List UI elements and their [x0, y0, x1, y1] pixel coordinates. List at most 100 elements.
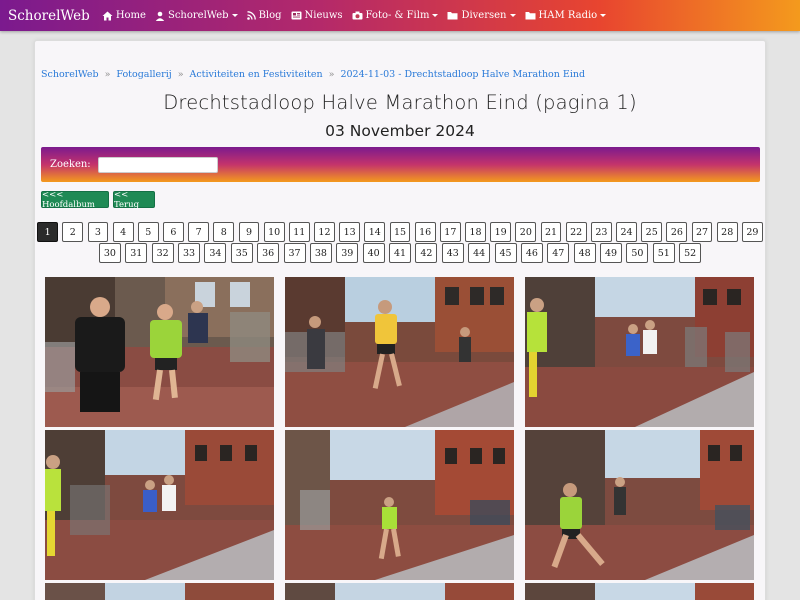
page-button-17[interactable]: 17 [439, 222, 461, 242]
nav-item-label: Foto- & Film [365, 10, 430, 21]
photo-thumbnail[interactable] [285, 277, 514, 427]
main-album-button[interactable]: <<< Hoofdalbum [41, 190, 109, 210]
page-button-39[interactable]: 39 [336, 243, 359, 263]
page-button-48[interactable]: 48 [573, 243, 596, 263]
page-button-6[interactable]: 6 [163, 222, 184, 242]
page-button-31[interactable]: 31 [125, 243, 148, 263]
home-icon [102, 11, 113, 21]
page-button-9[interactable]: 9 [238, 222, 260, 242]
page-button-13[interactable]: 13 [339, 222, 361, 242]
user-icon [155, 11, 165, 21]
photo-thumbnail[interactable] [45, 277, 274, 427]
page-button-30[interactable]: 30 [98, 243, 121, 263]
back-button[interactable]: << Terug [113, 190, 155, 210]
page-button-11[interactable]: 11 [288, 222, 310, 242]
chevron-down-icon [509, 14, 516, 17]
nav-item-label: Diversen [461, 10, 507, 21]
page-button-43[interactable]: 43 [441, 243, 464, 263]
page-button-8[interactable]: 8 [213, 222, 235, 242]
page-button-49[interactable]: 49 [600, 243, 622, 263]
page-button-45[interactable]: 45 [494, 243, 517, 263]
page-button-36[interactable]: 36 [257, 243, 280, 263]
nav-item-blog[interactable]: Blog [246, 10, 282, 21]
breadcrumb-current[interactable]: 2024-11-03 - Drechtstadloop Halve Marath… [340, 69, 585, 80]
page-button-33[interactable]: 33 [178, 243, 200, 263]
chevron-down-icon [231, 14, 238, 17]
page-button-2[interactable]: 2 [62, 222, 84, 242]
nav-item-label: HAM Radio [538, 10, 598, 21]
photo-thumbnail[interactable] [45, 430, 274, 580]
breadcrumb-link-activiteiten[interactable]: Activiteiten en Festiviteiten [190, 69, 323, 80]
navbar-brand[interactable]: SchorelWeb [8, 8, 90, 24]
page-button-28[interactable]: 28 [716, 222, 738, 242]
page-button-51[interactable]: 51 [652, 243, 675, 263]
page-button-7[interactable]: 7 [188, 222, 210, 242]
page-button-40[interactable]: 40 [362, 243, 385, 263]
folder-icon [447, 11, 458, 20]
content-card: SchorelWeb» Fotogallerij» Activiteiten en … [34, 40, 766, 600]
photo-thumbnail[interactable] [285, 583, 514, 600]
page-button-47[interactable]: 47 [547, 243, 570, 263]
photo-thumbnail[interactable] [525, 277, 754, 427]
page-button-4[interactable]: 4 [112, 222, 134, 242]
page-button-14[interactable]: 14 [364, 222, 386, 242]
page-button-32[interactable]: 32 [151, 243, 174, 263]
top-navbar: SchorelWeb Home SchorelWeb Blog Nieuws F… [0, 0, 800, 31]
nav-item-foto-film[interactable]: Foto- & Film [352, 10, 439, 21]
page-button-35[interactable]: 35 [230, 243, 253, 263]
chevron-down-icon [600, 14, 607, 17]
page-button-26[interactable]: 26 [666, 222, 688, 242]
page-button-27[interactable]: 27 [691, 222, 713, 242]
page-date: 03 November 2024 [325, 122, 475, 140]
page-button-16[interactable]: 16 [414, 222, 436, 242]
page-button-25[interactable]: 25 [641, 222, 663, 242]
photo-thumbnail[interactable] [285, 430, 514, 580]
page-button-19[interactable]: 19 [490, 222, 512, 242]
rss-icon [246, 11, 256, 20]
page-button-42[interactable]: 42 [415, 243, 438, 263]
breadcrumb-link-schorelweb[interactable]: SchorelWeb [41, 69, 99, 80]
page-button-24[interactable]: 24 [616, 222, 637, 242]
page-button-23[interactable]: 23 [590, 222, 612, 242]
nav-item-ham-radio[interactable]: HAM Radio [525, 10, 607, 21]
search-label: Zoeken: [50, 159, 91, 170]
page-button-41[interactable]: 41 [389, 243, 411, 263]
page-button-5[interactable]: 5 [137, 222, 159, 242]
page-button-10[interactable]: 10 [263, 222, 285, 242]
nav-item-schorelweb[interactable]: SchorelWeb [155, 10, 238, 21]
page-button-38[interactable]: 38 [309, 243, 332, 263]
nav-item-nieuws[interactable]: Nieuws [291, 10, 343, 21]
nav-item-diversen[interactable]: Diversen [447, 10, 516, 21]
nav-item-label: Home [115, 10, 146, 21]
page-button-20[interactable]: 20 [515, 222, 537, 242]
camera-icon [352, 11, 363, 20]
photo-thumbnail[interactable] [45, 583, 274, 600]
page-button-3[interactable]: 3 [87, 222, 109, 242]
page-title: Drechtstadloop Halve Marathon Eind (pagi… [163, 91, 637, 114]
page-button-50[interactable]: 50 [626, 243, 649, 263]
nav-item-home[interactable]: Home [102, 10, 146, 21]
photo-thumbnail[interactable] [525, 430, 754, 580]
nav-item-label: Nieuws [304, 10, 343, 21]
folder-icon [525, 11, 536, 20]
page-button-46[interactable]: 46 [520, 243, 543, 263]
nav-item-label: SchorelWeb [167, 10, 229, 21]
page-button-15[interactable]: 15 [389, 222, 411, 242]
breadcrumb: SchorelWeb» Fotogallerij» Activiteiten en … [41, 69, 586, 80]
search-input[interactable] [97, 156, 218, 173]
page-button-22[interactable]: 22 [565, 222, 587, 242]
page-button-37[interactable]: 37 [283, 243, 306, 263]
page-button-12[interactable]: 12 [314, 222, 335, 242]
page-button-29[interactable]: 29 [742, 222, 763, 242]
photo-thumbnail[interactable] [525, 583, 754, 600]
search-bar: Zoeken: [41, 147, 760, 182]
breadcrumb-link-fotogallerij[interactable]: Fotogallerij [116, 69, 171, 80]
page-button-21[interactable]: 21 [540, 222, 562, 242]
newspaper-icon [291, 11, 302, 20]
page-button-44[interactable]: 44 [468, 243, 491, 263]
page-button-18[interactable]: 18 [465, 222, 486, 242]
page-button-1[interactable]: 1 [37, 222, 58, 242]
nav-item-label: Blog [258, 10, 282, 21]
page-button-34[interactable]: 34 [204, 243, 227, 263]
page-button-52[interactable]: 52 [679, 243, 702, 263]
